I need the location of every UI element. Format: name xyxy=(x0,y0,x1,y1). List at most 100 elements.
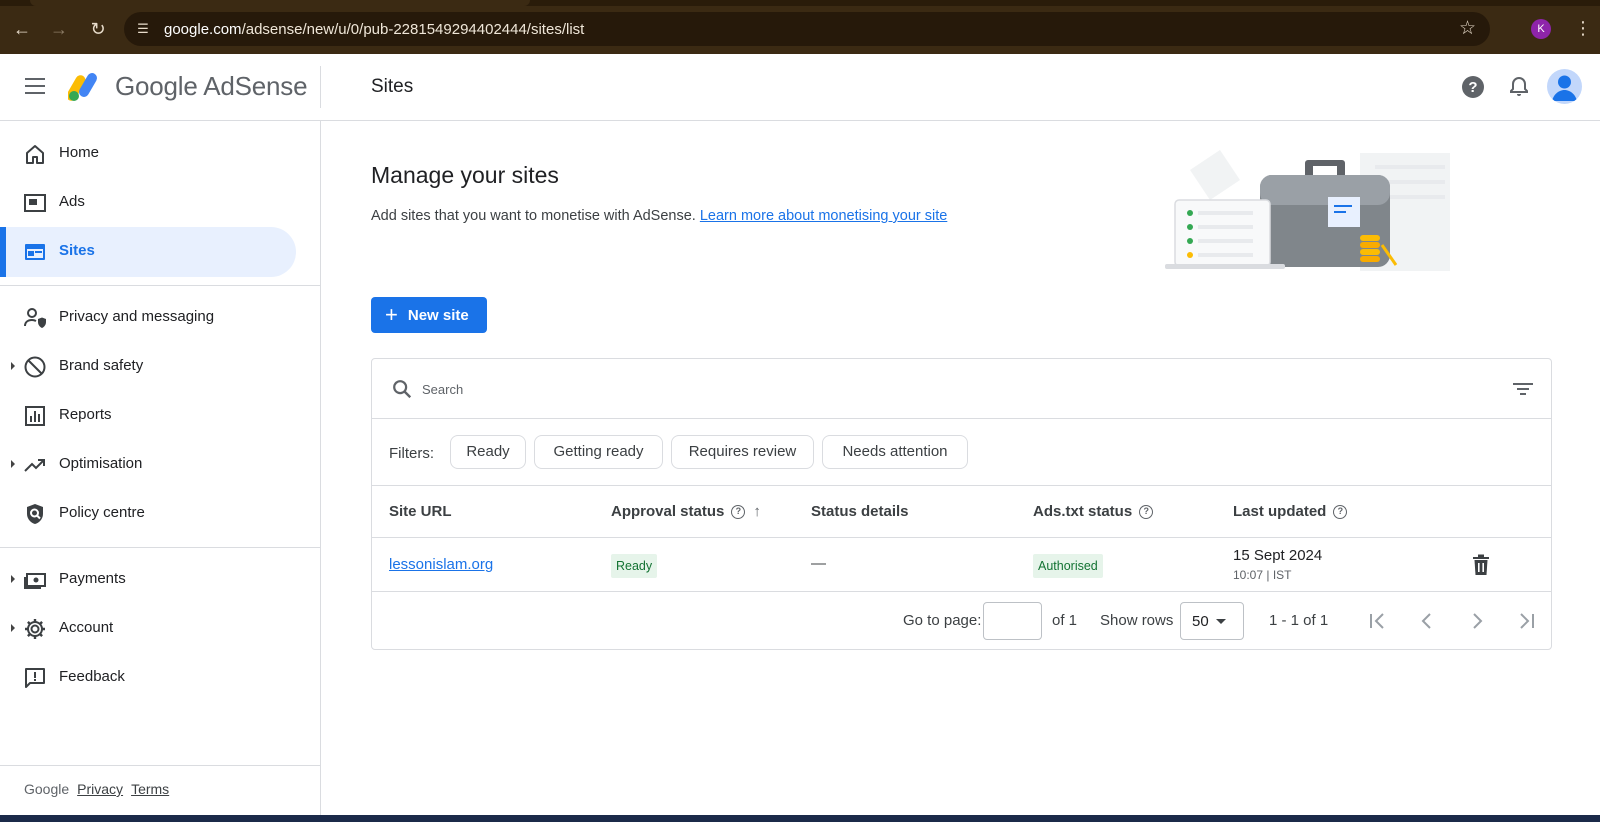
filter-chip-ready[interactable]: Ready xyxy=(450,435,526,469)
sidebar-footer: Google Privacy Terms xyxy=(24,781,169,797)
column-header-status-details[interactable]: Status details xyxy=(811,503,909,520)
column-header-site-url[interactable]: Site URL xyxy=(389,503,452,520)
sidebar-item-policy-centre[interactable]: Policy centre xyxy=(0,489,296,539)
sidebar-item-ads[interactable]: Ads xyxy=(0,178,296,228)
sidebar-item-home[interactable]: Home xyxy=(0,129,296,179)
url-text[interactable]: google.com/adsense/new/u/0/pub-228154929… xyxy=(164,21,584,38)
expand-caret-icon[interactable] xyxy=(11,624,15,632)
filters-label: Filters: xyxy=(389,445,434,462)
sidebar-item-label: Home xyxy=(59,144,100,161)
main-subtitle: Add sites that you want to monetise with… xyxy=(371,208,947,224)
sidebar-item-feedback[interactable]: Feedback xyxy=(0,653,296,703)
status-details-value: — xyxy=(811,555,826,572)
search-input[interactable] xyxy=(422,379,1422,399)
column-header-ads-txt-status[interactable]: Ads.txt status? xyxy=(1033,503,1154,520)
sidebar-item-privacy[interactable]: Privacy and messaging xyxy=(0,293,296,343)
go-to-page-input[interactable] xyxy=(983,602,1042,640)
browser-toolbar: ← → ↻ ☰ google.com/adsense/new/u/0/pub-2… xyxy=(0,0,1600,54)
search-icon[interactable] xyxy=(391,378,413,400)
rows-per-page-select[interactable]: 50 xyxy=(1180,602,1244,640)
last-updated-date: 15 Sept 2024 xyxy=(1233,547,1323,564)
expand-caret-icon[interactable] xyxy=(11,460,15,468)
sidebar-item-payments[interactable]: Payments xyxy=(0,555,296,605)
filter-chip-needs-attention[interactable]: Needs attention xyxy=(822,435,968,469)
terms-link[interactable]: Terms xyxy=(131,781,169,797)
sort-arrow-up-icon[interactable]: ↑ xyxy=(753,503,761,520)
site-info-icon[interactable]: ☰ xyxy=(134,20,152,38)
url-host: google.com xyxy=(164,21,242,38)
sidebar-item-label: Feedback xyxy=(59,668,125,685)
sidebar-divider xyxy=(0,765,320,766)
sidebar-item-account[interactable]: Account xyxy=(0,604,296,654)
column-label: Ads.txt status xyxy=(1033,503,1133,520)
next-page-icon[interactable] xyxy=(1465,609,1489,633)
filters-row: Filters: Ready Getting ready Requires re… xyxy=(372,419,1551,486)
pagination-range: 1 - 1 of 1 xyxy=(1269,612,1329,629)
gear-icon xyxy=(25,619,45,639)
ads-txt-status-badge: Authorised xyxy=(1033,554,1103,578)
filter-chip-requires-review[interactable]: Requires review xyxy=(671,435,814,469)
expand-caret-icon[interactable] xyxy=(11,362,15,370)
logo-text: Google AdSense xyxy=(115,71,308,101)
rows-per-page-value: 50 xyxy=(1192,613,1209,630)
address-bar[interactable]: ☰ google.com/adsense/new/u/0/pub-2281549… xyxy=(124,12,1490,46)
expand-caret-icon[interactable] xyxy=(11,575,15,583)
page-count: of 1 xyxy=(1052,612,1078,629)
trending-up-icon xyxy=(24,459,45,472)
table-row: lessonislam.org Ready — Authorised 15 Se… xyxy=(372,538,1551,592)
adsense-logo-icon xyxy=(68,73,97,101)
account-avatar[interactable] xyxy=(1547,69,1582,104)
active-tab-edge[interactable] xyxy=(30,0,530,6)
home-icon xyxy=(26,145,44,164)
sidebar-item-label: Brand safety xyxy=(59,357,144,374)
first-page-icon[interactable] xyxy=(1365,609,1389,633)
approval-status-badge: Ready xyxy=(611,554,658,578)
show-rows-label: Show rows xyxy=(1100,612,1174,629)
column-label: Site URL xyxy=(389,503,452,520)
back-arrow-icon[interactable]: ← xyxy=(10,17,34,41)
sidebar-item-brand-safety[interactable]: Brand safety xyxy=(0,342,296,392)
previous-page-icon[interactable] xyxy=(1415,609,1439,633)
column-label: Last updated xyxy=(1233,503,1327,520)
sidebar-item-optimisation[interactable]: Optimisation xyxy=(0,440,296,490)
help-icon[interactable]: ? xyxy=(1461,75,1485,99)
site-url-link[interactable]: lessonislam.org xyxy=(389,556,493,573)
sidebar-item-reports[interactable]: Reports xyxy=(0,391,296,441)
plus-icon: + xyxy=(385,302,398,327)
hamburger-menu-icon[interactable] xyxy=(25,78,45,94)
browser-profile-avatar[interactable]: K xyxy=(1531,19,1551,39)
page-title: Sites xyxy=(371,76,414,97)
privacy-link[interactable]: Privacy xyxy=(77,781,123,797)
browser-menu-icon[interactable]: ⋮ xyxy=(1574,16,1592,40)
feedback-icon xyxy=(25,668,45,688)
new-site-button[interactable]: + New site xyxy=(371,297,487,333)
payments-icon xyxy=(24,573,46,589)
subtitle-text: Add sites that you want to monetise with… xyxy=(371,208,696,224)
help-circle-icon[interactable]: ? xyxy=(1139,504,1154,519)
delete-trash-icon[interactable] xyxy=(1471,554,1491,576)
help-circle-icon[interactable]: ? xyxy=(1333,504,1348,519)
reload-icon[interactable]: ↻ xyxy=(86,17,110,41)
forward-arrow-icon[interactable]: → xyxy=(47,17,71,41)
dropdown-arrow-icon xyxy=(1216,619,1226,624)
bookmark-star-icon[interactable]: ☆ xyxy=(1459,18,1476,40)
table-header: Site URL Approval status? ↑ Status detail… xyxy=(372,486,1551,538)
learn-more-link[interactable]: Learn more about monetising your site xyxy=(700,208,947,224)
filter-list-icon[interactable] xyxy=(1512,379,1534,399)
sidebar-item-label: Reports xyxy=(59,406,112,423)
last-page-icon[interactable] xyxy=(1515,609,1539,633)
app-header: Google AdSense Sites ? xyxy=(0,54,1600,121)
filter-chip-getting-ready[interactable]: Getting ready xyxy=(534,435,663,469)
sidebar-item-label: Sites xyxy=(59,242,95,259)
help-circle-icon[interactable]: ? xyxy=(731,504,746,519)
last-updated-time: 10:07 | IST xyxy=(1233,568,1292,582)
column-header-last-updated[interactable]: Last updated? xyxy=(1233,503,1348,520)
person-icon xyxy=(1552,75,1577,101)
sites-icon xyxy=(25,244,45,260)
url-path: /adsense/new/u/0/pub-2281549294402444/si… xyxy=(241,21,585,38)
sidebar-item-sites[interactable]: Sites xyxy=(0,227,296,277)
column-header-approval-status[interactable]: Approval status? ↑ xyxy=(611,503,761,520)
new-site-label: New site xyxy=(407,306,469,324)
notifications-bell-icon[interactable] xyxy=(1507,75,1531,99)
go-to-page-label: Go to page: xyxy=(903,612,982,629)
